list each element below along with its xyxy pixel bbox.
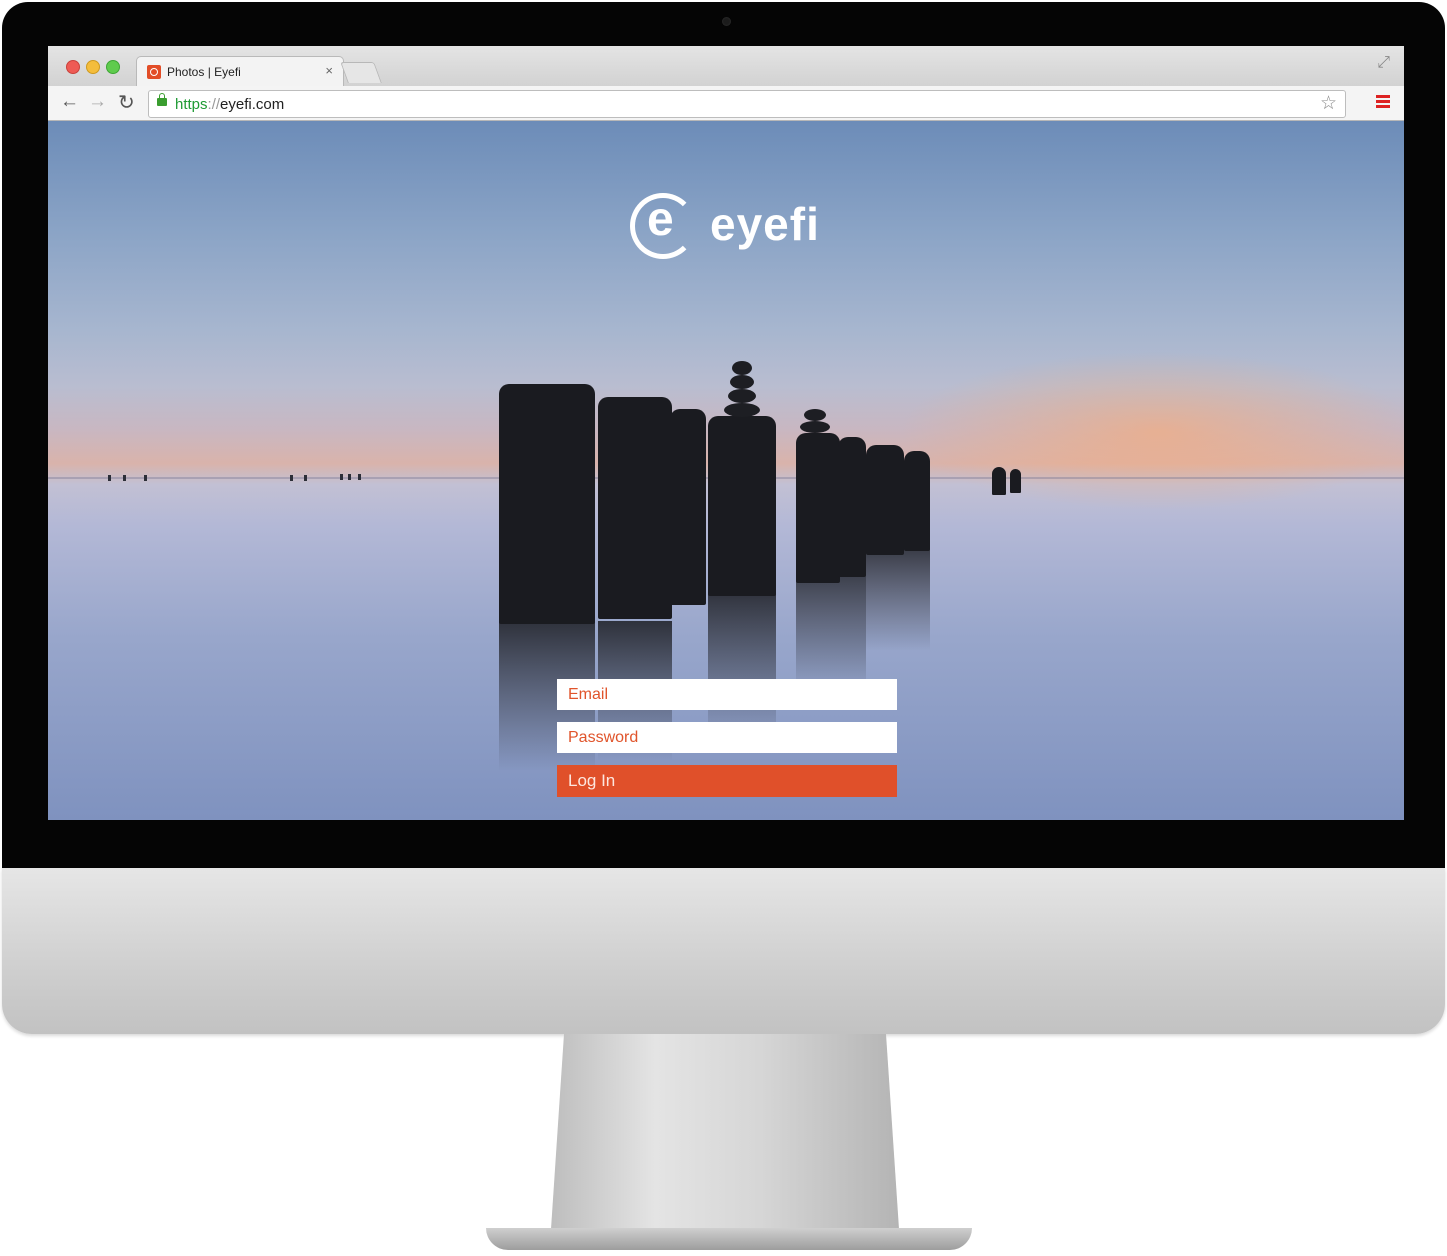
zoom-window-button[interactable] [106,60,120,74]
distant-post [108,475,111,481]
lock-icon [157,93,167,106]
browser-menu-icon[interactable] [1376,95,1390,109]
wooden-post [598,397,672,619]
browser-tab-bar: Photos | Eyefi × ⤢ [48,46,1404,87]
stacked-stone [804,409,826,421]
distant-post [348,474,351,480]
wooden-post [904,451,930,551]
url-text: https://eyefi.com [175,96,284,113]
reload-icon[interactable]: ↻ [118,90,135,115]
distant-post [144,475,147,481]
stacked-stone [728,389,756,403]
monitor-stand-base [486,1228,972,1250]
fullscreen-icon[interactable]: ⤢ [1377,54,1390,72]
login-page: eyefi Log In [48,121,1404,820]
minimize-window-button[interactable] [86,60,100,74]
wooden-post [992,467,1006,495]
distant-post [340,474,343,480]
wooden-post [866,445,904,555]
webcam [722,17,731,26]
new-tab-button[interactable] [340,62,382,83]
distant-post [304,475,307,481]
stacked-stone [730,375,754,389]
close-window-button[interactable] [66,60,80,74]
wooden-post [796,433,840,583]
tab-close-icon[interactable]: × [325,63,333,78]
password-field[interactable] [557,722,897,753]
forward-arrow-icon[interactable]: → [88,91,107,113]
stacked-stone [800,421,830,433]
url-host: eyefi.com [220,96,285,113]
wooden-post [670,409,706,605]
url-scheme: https [175,96,208,113]
monitor-chin [2,868,1445,1034]
address-bar[interactable]: https://eyefi.com ☆ [148,90,1346,118]
login-form: Log In [557,679,897,797]
wooden-post [708,416,776,596]
wooden-post [499,384,595,624]
eyefi-logo-icon [630,192,696,259]
screen: Photos | Eyefi × ⤢ ← → ↻ https://eyefi.c… [48,46,1404,820]
stacked-stone [724,403,760,417]
wooden-post [838,437,866,577]
tab-title: Photos | Eyefi [167,65,241,79]
eyefi-favicon-icon [147,65,161,79]
browser-tab[interactable]: Photos | Eyefi × [136,56,344,87]
distant-post [290,475,293,481]
brand-wordmark: eyefi [710,198,820,250]
email-field[interactable] [557,679,897,710]
monitor-stand [550,1034,900,1244]
wooden-post [1010,469,1021,493]
post-reflection [866,541,930,651]
url-separator: :// [207,96,221,113]
browser-toolbar: ← → ↻ https://eyefi.com ☆ [48,86,1404,121]
sunset-glow [898,351,1404,511]
bookmark-star-icon[interactable]: ☆ [1320,92,1337,115]
login-button[interactable]: Log In [557,765,897,797]
eyefi-logo: eyefi [630,191,830,283]
distant-post [358,474,361,480]
back-arrow-icon[interactable]: ← [60,91,79,113]
distant-post [123,475,126,481]
stacked-stone [732,361,752,375]
